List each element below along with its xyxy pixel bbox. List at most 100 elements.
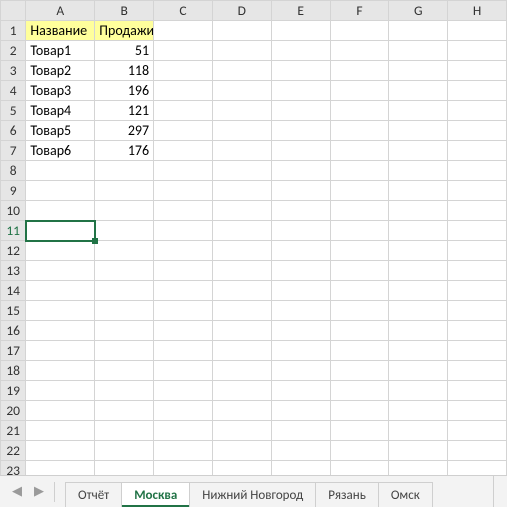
cell-B4[interactable]: 196 bbox=[95, 81, 154, 101]
cell-G4[interactable] bbox=[389, 81, 448, 101]
cell-C22[interactable] bbox=[154, 441, 213, 461]
row-header-19[interactable]: 19 bbox=[1, 381, 26, 401]
cell-H20[interactable] bbox=[448, 401, 507, 421]
cell-E9[interactable] bbox=[271, 181, 330, 201]
cell-E3[interactable] bbox=[271, 61, 330, 81]
cell-B14[interactable] bbox=[95, 281, 154, 301]
cell-G2[interactable] bbox=[389, 41, 448, 61]
cell-C19[interactable] bbox=[154, 381, 213, 401]
cell-H14[interactable] bbox=[448, 281, 507, 301]
cell-A18[interactable] bbox=[26, 361, 95, 381]
sheet-tab-отчёт[interactable]: Отчёт bbox=[65, 482, 122, 507]
cell-D6[interactable] bbox=[212, 121, 271, 141]
cell-D3[interactable] bbox=[212, 61, 271, 81]
cell-D13[interactable] bbox=[212, 261, 271, 281]
cell-G9[interactable] bbox=[389, 181, 448, 201]
column-header-F[interactable]: F bbox=[330, 1, 389, 21]
cell-A20[interactable] bbox=[26, 401, 95, 421]
cell-G12[interactable] bbox=[389, 241, 448, 261]
cell-B10[interactable] bbox=[95, 201, 154, 221]
row-header-6[interactable]: 6 bbox=[1, 121, 26, 141]
cell-G18[interactable] bbox=[389, 361, 448, 381]
column-header-H[interactable]: H bbox=[448, 1, 507, 21]
column-header-E[interactable]: E bbox=[271, 1, 330, 21]
cell-D20[interactable] bbox=[212, 401, 271, 421]
cell-C20[interactable] bbox=[154, 401, 213, 421]
cell-F21[interactable] bbox=[330, 421, 389, 441]
cell-C1[interactable] bbox=[154, 21, 213, 41]
cells-grid[interactable]: ABCDEFGH1НазваниеПродажи2Товар1513Товар2… bbox=[0, 0, 507, 481]
row-header-21[interactable]: 21 bbox=[1, 421, 26, 441]
cell-A9[interactable] bbox=[26, 181, 95, 201]
row-header-8[interactable]: 8 bbox=[1, 161, 26, 181]
row-header-4[interactable]: 4 bbox=[1, 81, 26, 101]
cell-E8[interactable] bbox=[271, 161, 330, 181]
row-header-22[interactable]: 22 bbox=[1, 441, 26, 461]
cell-D22[interactable] bbox=[212, 441, 271, 461]
cell-A11[interactable] bbox=[26, 221, 95, 241]
row-header-3[interactable]: 3 bbox=[1, 61, 26, 81]
cell-D2[interactable] bbox=[212, 41, 271, 61]
cell-B7[interactable]: 176 bbox=[95, 141, 154, 161]
cell-C11[interactable] bbox=[154, 221, 213, 241]
cell-A8[interactable] bbox=[26, 161, 95, 181]
cell-B9[interactable] bbox=[95, 181, 154, 201]
cell-G14[interactable] bbox=[389, 281, 448, 301]
cell-F7[interactable] bbox=[330, 141, 389, 161]
cell-A15[interactable] bbox=[26, 301, 95, 321]
cell-G11[interactable] bbox=[389, 221, 448, 241]
sheet-tab-рязань[interactable]: Рязань bbox=[315, 482, 379, 507]
cell-D9[interactable] bbox=[212, 181, 271, 201]
cell-A17[interactable] bbox=[26, 341, 95, 361]
cell-E19[interactable] bbox=[271, 381, 330, 401]
cell-A5[interactable]: Товар4 bbox=[26, 101, 95, 121]
cell-C6[interactable] bbox=[154, 121, 213, 141]
cell-G6[interactable] bbox=[389, 121, 448, 141]
row-header-12[interactable]: 12 bbox=[1, 241, 26, 261]
cell-H11[interactable] bbox=[448, 221, 507, 241]
sheet-nav-next[interactable]: ▶ bbox=[28, 481, 50, 503]
row-header-13[interactable]: 13 bbox=[1, 261, 26, 281]
cell-A10[interactable] bbox=[26, 201, 95, 221]
cell-F6[interactable] bbox=[330, 121, 389, 141]
cell-F4[interactable] bbox=[330, 81, 389, 101]
sheet-tab-москва[interactable]: Москва bbox=[121, 482, 190, 507]
cell-A13[interactable] bbox=[26, 261, 95, 281]
row-header-10[interactable]: 10 bbox=[1, 201, 26, 221]
cell-B11[interactable] bbox=[95, 221, 154, 241]
cell-D8[interactable] bbox=[212, 161, 271, 181]
cell-H7[interactable] bbox=[448, 141, 507, 161]
cell-H4[interactable] bbox=[448, 81, 507, 101]
cell-F22[interactable] bbox=[330, 441, 389, 461]
cell-C12[interactable] bbox=[154, 241, 213, 261]
cell-C8[interactable] bbox=[154, 161, 213, 181]
select-all-corner[interactable] bbox=[1, 1, 26, 21]
cell-G7[interactable] bbox=[389, 141, 448, 161]
cell-D15[interactable] bbox=[212, 301, 271, 321]
sheet-tab-нижний-новгород[interactable]: Нижний Новгород bbox=[189, 482, 316, 507]
column-header-G[interactable]: G bbox=[389, 1, 448, 21]
cell-G8[interactable] bbox=[389, 161, 448, 181]
cell-A19[interactable] bbox=[26, 381, 95, 401]
horizontal-scroll-stub[interactable] bbox=[493, 476, 507, 507]
cell-B5[interactable]: 121 bbox=[95, 101, 154, 121]
cell-D1[interactable] bbox=[212, 21, 271, 41]
cell-F3[interactable] bbox=[330, 61, 389, 81]
row-header-18[interactable]: 18 bbox=[1, 361, 26, 381]
cell-G16[interactable] bbox=[389, 321, 448, 341]
cell-H5[interactable] bbox=[448, 101, 507, 121]
cell-D19[interactable] bbox=[212, 381, 271, 401]
cell-B18[interactable] bbox=[95, 361, 154, 381]
cell-G19[interactable] bbox=[389, 381, 448, 401]
cell-E13[interactable] bbox=[271, 261, 330, 281]
cell-H19[interactable] bbox=[448, 381, 507, 401]
cell-E21[interactable] bbox=[271, 421, 330, 441]
cell-E6[interactable] bbox=[271, 121, 330, 141]
cell-E2[interactable] bbox=[271, 41, 330, 61]
row-header-5[interactable]: 5 bbox=[1, 101, 26, 121]
cell-B17[interactable] bbox=[95, 341, 154, 361]
cell-G1[interactable] bbox=[389, 21, 448, 41]
cell-E17[interactable] bbox=[271, 341, 330, 361]
cell-A2[interactable]: Товар1 bbox=[26, 41, 95, 61]
cell-F19[interactable] bbox=[330, 381, 389, 401]
